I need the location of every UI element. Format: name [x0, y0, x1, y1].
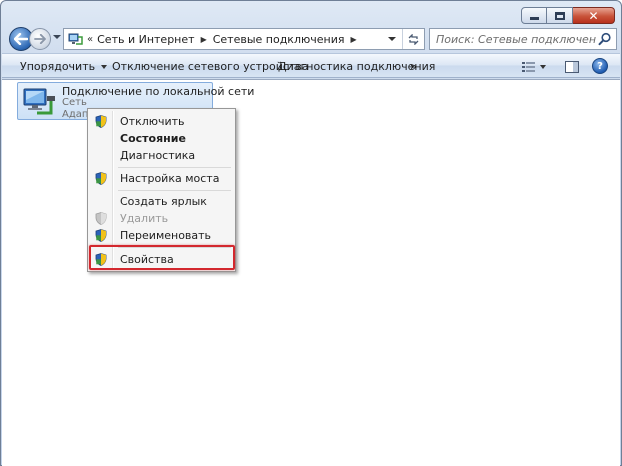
menu-item-label: Создать ярлык [120, 194, 207, 208]
breadcrumb-overflow[interactable]: « [87, 34, 93, 45]
close-icon: ✕ [588, 8, 599, 23]
menu-item-label: Удалить [120, 211, 169, 225]
uac-shield-icon [90, 171, 112, 185]
refresh-button[interactable] [402, 29, 424, 49]
search-input[interactable] [436, 32, 596, 46]
uac-shield-icon [90, 228, 112, 242]
menu-item-label: Отключить [120, 114, 185, 128]
menu-item-label: Переименовать [120, 228, 212, 242]
network-folder-icon [68, 33, 83, 45]
menu-item-label: Диагностика [120, 148, 196, 162]
menu-item-label: Состояние [120, 131, 186, 145]
close-button[interactable]: ✕ [573, 7, 615, 24]
refresh-icon [408, 33, 419, 45]
uac-shield-icon [90, 114, 112, 128]
more-commands-button[interactable]: » [406, 58, 421, 75]
forward-button[interactable] [29, 28, 51, 50]
back-arrow-icon [14, 33, 28, 45]
minimize-button[interactable] [521, 7, 547, 24]
chevron-down-icon [540, 64, 546, 69]
address-bar[interactable]: « Сеть и Интернет ▶ Сетевые подключения … [63, 28, 425, 50]
network-adapter-icon [23, 88, 55, 115]
help-button[interactable]: ? [592, 58, 608, 74]
breadcrumb-network-connections[interactable]: Сетевые подключения [213, 33, 345, 46]
preview-pane-button[interactable] [564, 58, 580, 75]
connection-status: Сеть [62, 97, 87, 108]
breadcrumb-network-internet[interactable]: Сеть и Интернет [97, 33, 194, 46]
properties-highlight-frame [89, 245, 235, 270]
recent-pages-dropdown[interactable] [53, 35, 61, 39]
menu-item-bridge[interactable]: Настройка моста [90, 168, 233, 188]
caption-buttons: ✕ [521, 7, 615, 24]
view-options-icon [522, 61, 535, 72]
forward-arrow-icon [34, 34, 46, 44]
search-box[interactable] [429, 28, 617, 50]
breadcrumb-separator-icon[interactable]: ▶ [201, 35, 207, 44]
uac-shield-icon [90, 211, 112, 225]
preview-pane-icon [565, 60, 579, 73]
maximize-icon [554, 11, 565, 20]
help-icon: ? [597, 60, 603, 72]
command-bar: Упорядочить Отключение сетевого устройст… [2, 53, 620, 78]
address-history-dropdown[interactable] [384, 29, 399, 49]
menu-item-label: Настройка моста [120, 171, 220, 185]
organize-menu-button[interactable]: Упорядочить [16, 58, 111, 75]
maximize-button[interactable] [547, 7, 573, 24]
minimize-icon [529, 17, 539, 20]
menu-item-rename[interactable]: Переименовать [90, 225, 233, 245]
change-view-button[interactable] [522, 58, 552, 75]
connection-name: Подключение по локальной сети [62, 85, 255, 98]
breadcrumb-separator-icon[interactable]: ▶ [350, 35, 356, 44]
search-icon[interactable] [598, 32, 612, 46]
menu-item-diagnose[interactable]: Диагностика [90, 145, 233, 165]
navigation-bar: « Сеть и Интернет ▶ Сетевые подключения … [7, 26, 617, 52]
explorer-window: ✕ « Сеть и Интернет ▶ Сетевые подключени… [0, 0, 622, 466]
